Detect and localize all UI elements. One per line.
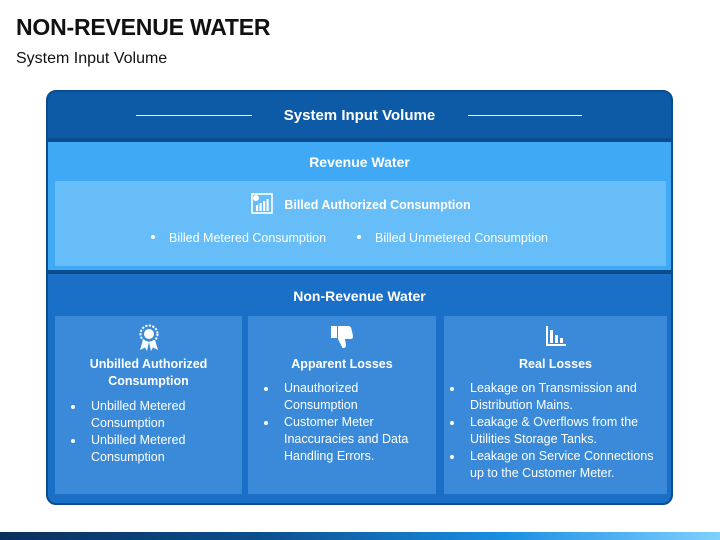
non-revenue-water-label: Non-Revenue Water [293, 288, 426, 304]
list-item: Leakage on Service Connections up to the… [448, 448, 663, 482]
list-item: Unbilled Metered Consumption [69, 398, 237, 432]
billed-authorized-header: Billed Authorized Consumption [55, 191, 666, 218]
thumbs-down-icon [329, 324, 355, 355]
column-title: Unbilled Authorized Consumption [89, 357, 208, 388]
diagram-frame: System Input Volume Revenue Water Billed… [46, 90, 673, 505]
icon-wrapper [248, 324, 436, 355]
bullet [357, 234, 361, 239]
revenue-water-box: Revenue Water Billed Authorized Consumpt… [48, 142, 671, 270]
list-item: Leakage on Transmission and Distribution… [448, 380, 663, 414]
divider-line-right [468, 115, 582, 116]
column-title: Real Losses [519, 357, 592, 371]
system-input-volume-box: System Input Volume [48, 92, 671, 138]
list-item: Leakage & Overflows from the Utilities S… [448, 414, 663, 448]
list-item: Unauthorized Consumption [262, 380, 430, 414]
unbilled-authorized-column: Unbilled Authorized Consumption Unbilled… [55, 316, 242, 494]
column-list: Unauthorized Consumption Customer Meter … [262, 380, 430, 465]
award-ribbon-icon [138, 324, 160, 357]
apparent-losses-column: Apparent Losses Unauthorized Consumption… [248, 316, 436, 494]
page-title: NON-REVENUE WATER [16, 14, 271, 40]
divider-line-left [136, 115, 252, 116]
list-item-text: Billed Metered Consumption [169, 231, 327, 245]
non-revenue-water-box: Non-Revenue Water Unbilled Authorized Co… [48, 274, 671, 503]
list-item: Billed Unmetered Consumption [357, 231, 548, 245]
page-subtitle: System Input Volume [16, 50, 168, 67]
column-title: Apparent Losses [291, 357, 393, 371]
revenue-water-label: Revenue Water [309, 154, 410, 170]
real-losses-column: Real Losses Leakage on Transmission and … [444, 316, 667, 494]
list-item: Billed Metered Consumption [151, 231, 326, 245]
bullet [151, 234, 155, 239]
icon-wrapper [55, 324, 242, 357]
icon-wrapper [444, 324, 667, 353]
column-list: Leakage on Transmission and Distribution… [448, 380, 663, 482]
billed-authorized-label: Billed Authorized Consumption [284, 197, 471, 212]
list-item: Unbilled Metered Consumption [69, 432, 237, 466]
system-input-volume-label: System Input Volume [283, 106, 436, 124]
column-list: Unbilled Metered Consumption Unbilled Me… [69, 398, 237, 466]
bottom-accent-bar [0, 532, 720, 540]
list-item-text: Billed Unmetered Consumption [375, 231, 549, 245]
bar-chart-icon [544, 324, 568, 353]
billed-authorized-box: Billed Authorized Consumption Billed Met… [55, 181, 666, 266]
bar-chart-icon [250, 191, 274, 218]
list-item: Customer Meter Inaccuracies and Data Han… [262, 414, 430, 465]
